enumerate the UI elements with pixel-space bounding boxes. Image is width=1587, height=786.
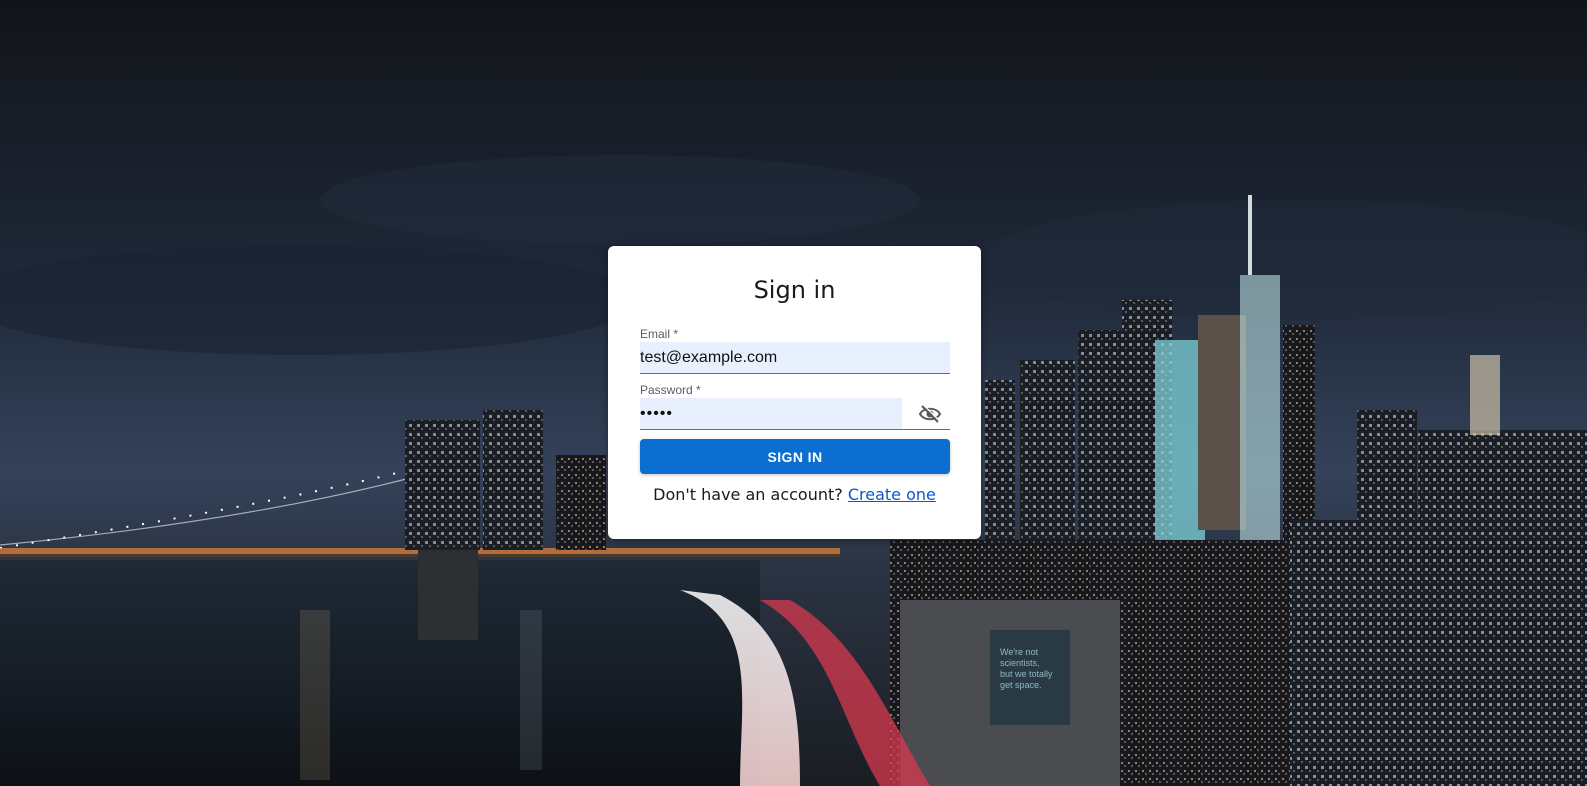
sign-in-title: Sign in <box>753 276 836 304</box>
create-account-row: Don't have an account? Create one <box>608 485 981 504</box>
email-field-container <box>640 342 950 374</box>
billboard-line: We're not <box>1000 647 1039 657</box>
eye-off-icon[interactable] <box>918 404 942 424</box>
billboard-line: get space. <box>1000 680 1042 690</box>
create-account-link[interactable]: Create one <box>848 485 936 504</box>
email-label: Email * <box>640 327 679 341</box>
password-field-container <box>640 398 950 430</box>
password-input[interactable] <box>640 398 900 429</box>
sign-in-button[interactable]: SIGN IN <box>640 439 950 474</box>
sign-in-card: Sign in Email * Password * SIGN IN Don't… <box>608 246 981 539</box>
password-label: Password * <box>640 383 701 397</box>
email-input[interactable] <box>640 342 950 373</box>
no-account-text: Don't have an account? <box>653 485 843 504</box>
login-page: We're not scientists, but we totally get… <box>0 0 1587 786</box>
billboard-line: but we totally <box>1000 669 1053 679</box>
password-adornment <box>902 398 950 429</box>
billboard-line: scientists, <box>1000 658 1040 668</box>
